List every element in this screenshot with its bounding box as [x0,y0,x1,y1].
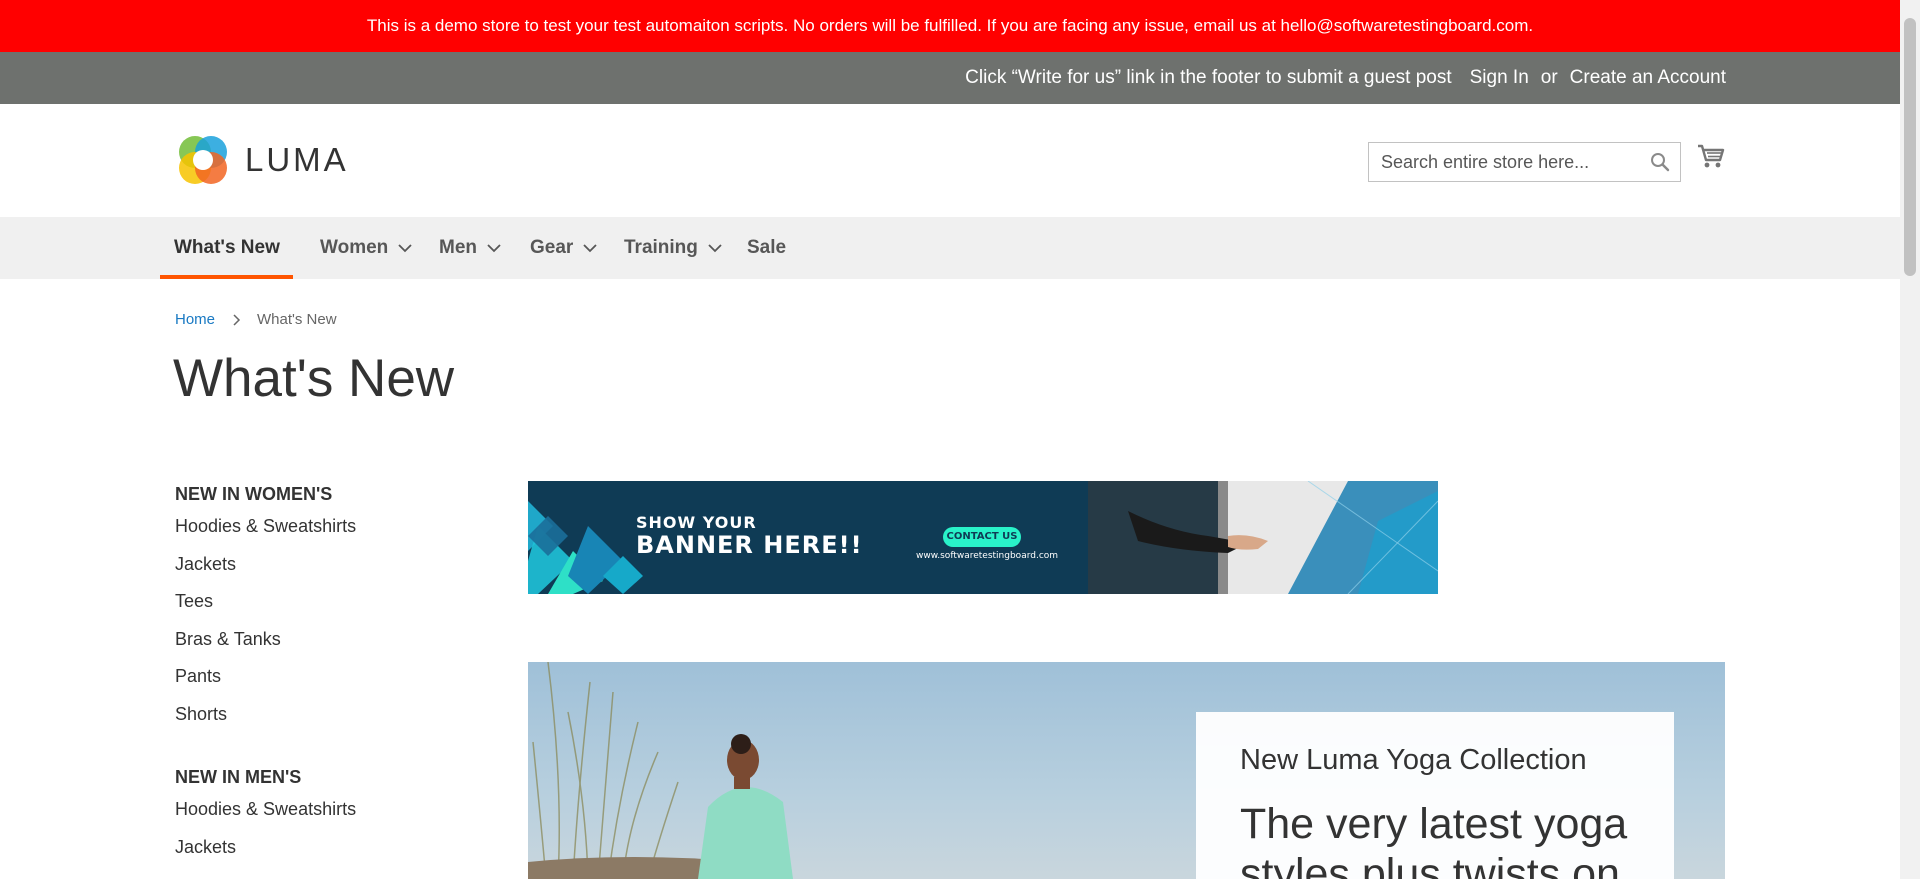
sidebar: NEW IN WOMEN'S Hoodies & Sweatshirts Jac… [175,480,475,879]
nav-item-men[interactable]: Men [439,217,501,279]
sidebar-group-title: NEW IN MEN'S [175,767,302,787]
breadcrumb-current: What's New [257,311,337,328]
sidebar-link[interactable]: Tees [175,583,475,621]
search-icon[interactable] [1650,152,1670,177]
page-title: What's New [173,349,455,408]
banner-line1: SHOW YOUR [636,513,757,532]
demo-notice-bar: This is a demo store to test your test a… [0,0,1900,52]
nav-item-sale[interactable]: Sale [747,217,786,279]
guest-post-text: Click “Write for us” link in the footer … [965,67,1452,88]
nav-item-women[interactable]: Women [320,217,412,279]
demo-notice-text: This is a demo store to test your test a… [366,16,1534,35]
hero-promo[interactable]: New Luma Yoga Collection The very latest… [528,662,1725,879]
chevron-down-icon [398,244,412,253]
chevron-right-icon [233,313,241,326]
banner-contact-button[interactable]: CONTACT US [943,531,1021,542]
nav-item-label: Men [439,237,477,258]
hero-card: New Luma Yoga Collection The very latest… [1196,712,1674,879]
nav-item-label: Sale [747,237,787,258]
sidebar-link[interactable]: Pants [175,658,475,696]
chevron-down-icon [487,244,501,253]
banner-text: SHOW YOUR BANNER HERE!! [636,513,863,559]
breadcrumb: Home What's New [175,311,337,328]
banner-line2: BANNER HERE!! [636,531,863,559]
main-nav: What's New Women Men Gear Training Sale [0,217,1900,279]
sidebar-group-women: NEW IN WOMEN'S Hoodies & Sweatshirts Jac… [175,480,475,733]
chevron-down-icon [708,244,722,253]
sidebar-group-title: NEW IN WOMEN'S [175,484,333,504]
banner-url: www.softwaretestingboard.com [916,551,1059,561]
cart-icon[interactable] [1697,143,1725,174]
hero-headline: The very latest yoga styles plus twists … [1240,800,1628,879]
nav-item-label: What's New [174,237,280,258]
sign-in-link[interactable]: Sign In [1470,67,1529,89]
luma-logo[interactable]: LUMA [175,132,349,188]
top-links-bar: Click “Write for us” link in the footer … [0,52,1900,104]
site-header: LUMA [0,104,1900,217]
nav-item-gear[interactable]: Gear [530,217,597,279]
logo-text: LUMA [245,141,349,178]
sidebar-link[interactable]: Shorts [175,696,475,734]
hero-subtitle: New Luma Yoga Collection [1240,744,1587,776]
breadcrumb-home-link[interactable]: Home [175,311,215,328]
sidebar-link[interactable]: Hoodies & Sweatshirts [175,791,475,829]
chevron-down-icon [583,244,597,253]
nav-item-whats-new[interactable]: What's New [174,217,280,279]
sidebar-link[interactable]: Jackets [175,546,475,584]
ad-banner[interactable]: SHOW YOUR BANNER HERE!! CONTACT US www.s… [528,481,1438,594]
sidebar-group-men: NEW IN MEN'S Hoodies & Sweatshirts Jacke… [175,763,475,866]
sidebar-link[interactable]: Hoodies & Sweatshirts [175,508,475,546]
or-text: or [1540,67,1558,88]
page-scrollbar[interactable] [1900,0,1920,879]
nav-item-label: Gear [530,237,574,258]
sidebar-link[interactable]: Bras & Tanks [175,621,475,659]
scrollbar-thumb[interactable] [1904,18,1916,276]
search-input[interactable] [1369,143,1680,181]
luma-logo-icon [179,136,227,184]
nav-item-label: Training [624,237,698,258]
nav-item-label: Women [320,237,389,258]
active-nav-indicator [160,275,293,279]
create-account-link[interactable]: Create an Account [1570,67,1726,89]
sidebar-link[interactable]: Jackets [175,829,475,867]
nav-item-training[interactable]: Training [624,217,722,279]
search-box [1368,142,1681,182]
